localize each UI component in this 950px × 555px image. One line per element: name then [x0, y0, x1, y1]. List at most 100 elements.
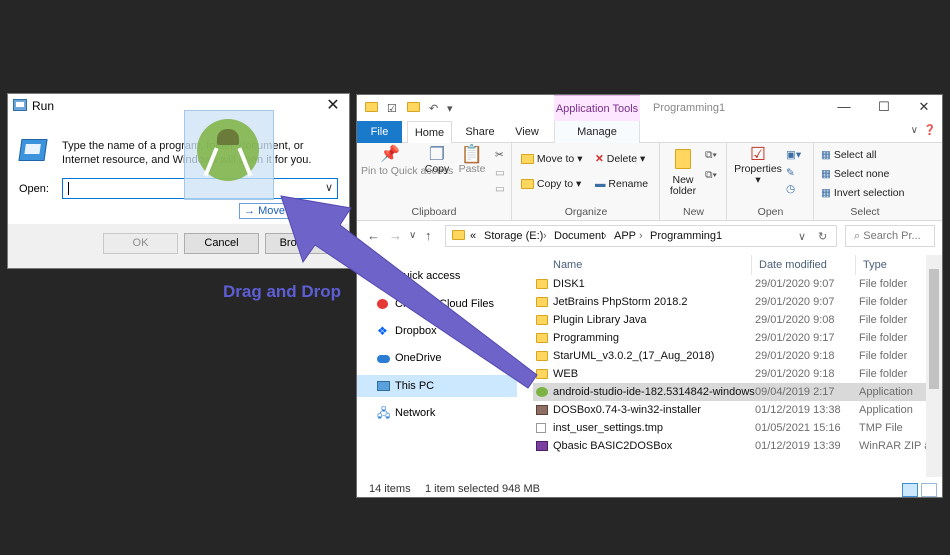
easy-access-icon[interactable]: ⧉▾ [705, 169, 717, 182]
chevron-down-icon[interactable]: ∨ [325, 181, 333, 194]
details-view-icon[interactable] [902, 483, 918, 497]
nav-item-network[interactable]: 🖧 Network [357, 402, 517, 424]
folder-icon [452, 230, 465, 243]
browse-button[interactable]: Browse... [265, 233, 340, 254]
tab-share[interactable]: Share [460, 121, 500, 143]
customize-toolbar-icon[interactable]: ▾ [447, 102, 453, 115]
edit-icon[interactable]: ✎ [786, 167, 795, 179]
file-row[interactable]: StarUML_v3.0.2_(17_Aug_2018) 29/01/2020 … [533, 347, 942, 365]
file-row[interactable]: DISK1 29/01/2020 9:07 File folder [533, 275, 942, 293]
tab-view[interactable]: View [507, 121, 547, 143]
copy-path-icon[interactable]: ▭ [495, 167, 505, 179]
file-row[interactable]: Programming 29/01/2020 9:17 File folder [533, 329, 942, 347]
paste-shortcut-icon[interactable]: ▭ [495, 183, 505, 195]
paste-button[interactable]: 📋 Paste [455, 144, 489, 175]
maximize-icon[interactable]: ☐ [874, 99, 894, 115]
breadcrumb-storage[interactable]: Storage (E:) [484, 230, 543, 242]
column-divider[interactable] [751, 255, 752, 275]
nav-item-quick-access[interactable]: ★ Quick access [357, 265, 517, 287]
address-bar[interactable]: « Storage (E:) › Document › APP › Progra… [445, 225, 837, 247]
breadcrumb-overflow[interactable]: « [470, 230, 476, 242]
run-title-bar[interactable]: Run ✕ [8, 94, 349, 118]
breadcrumb-document[interactable]: Document [554, 230, 604, 242]
scrollbar-thumb[interactable] [929, 269, 939, 389]
ribbon-tabs: File Home Share View Manage ∨ ❓ [357, 121, 942, 144]
back-icon[interactable]: ← [367, 228, 380, 243]
properties-icon: ☑ [749, 144, 767, 164]
file-row[interactable]: inst_user_settings.tmp 01/05/2021 15:16 … [533, 419, 942, 437]
file-row-selected[interactable]: android-studio-ide-182.5314842-windows 0… [533, 383, 942, 401]
nav-item-label: Dropbox [395, 325, 437, 337]
select-none-button[interactable]: ▦ Select none [821, 168, 889, 180]
new-folder-icon [665, 149, 701, 172]
dosbox-icon [536, 405, 548, 415]
search-input[interactable]: ⌕ Search Pr... [845, 225, 935, 247]
properties-icon[interactable]: ☑ [387, 102, 397, 115]
ribbon-expand-icon[interactable]: ∨ [911, 125, 918, 136]
file-row[interactable]: WEB 29/01/2020 9:18 File folder [533, 365, 942, 383]
select-all-label: Select all [833, 149, 877, 161]
nav-item-this-pc[interactable]: This PC [357, 375, 517, 397]
nav-item-dropbox[interactable]: ❖ Dropbox [357, 320, 517, 342]
delete-button[interactable]: ✕ Delete ▾ [595, 153, 645, 165]
close-icon[interactable]: ✕ [323, 95, 343, 115]
organize-group: Move to ▾ Copy to ▾ ✕ Delete ▾ ▬ Rename … [513, 143, 660, 221]
tab-manage[interactable]: Manage [554, 121, 640, 143]
breadcrumb-programming1[interactable]: Programming1 [650, 230, 722, 242]
breadcrumb-app[interactable]: APP [614, 230, 636, 242]
properties-button[interactable]: ☑ Properties ▾ [732, 144, 784, 186]
new-group-label: New [682, 206, 704, 218]
column-divider[interactable] [855, 255, 856, 275]
nav-item-creative-cloud[interactable]: Creative Cloud Files [357, 293, 517, 315]
column-header-type[interactable]: Type [863, 255, 887, 275]
explorer-title-bar[interactable]: ☑ ↶ ▾ Application Tools Programming1 — ☐… [357, 95, 942, 121]
copy-button[interactable]: ❐ Copy [421, 145, 453, 175]
file-list: Name Date modified Type DISK1 29/01/2020… [523, 255, 942, 477]
copy-to-button[interactable]: Copy to ▾ [521, 178, 581, 190]
close-icon[interactable]: ✕ [914, 99, 934, 115]
move-to-button[interactable]: Move to ▾ [521, 153, 582, 165]
large-icons-view-icon[interactable] [921, 483, 937, 497]
clipboard-group: 📌 Pin to Quick access ❐ Copy 📋 Paste ✂ ▭… [357, 143, 512, 221]
select-all-button[interactable]: ▦ Select all [821, 149, 876, 161]
tab-home[interactable]: Home [407, 121, 452, 144]
column-header-name[interactable]: Name [553, 255, 582, 275]
file-row[interactable]: Plugin Library Java 29/01/2020 9:08 File… [533, 311, 942, 329]
history-icon[interactable]: ◷ [786, 183, 795, 195]
breadcrumb-separator: › [639, 230, 643, 242]
file-row[interactable]: JetBrains PhpStorm 2018.2 29/01/2020 9:0… [533, 293, 942, 311]
minimize-icon[interactable]: — [834, 99, 854, 114]
file-row[interactable]: DOSBox0.74-3-win32-installer 01/12/2019 … [533, 401, 942, 419]
breadcrumb-separator: › [543, 230, 547, 242]
forward-icon[interactable]: → [389, 228, 402, 243]
up-icon[interactable]: ↑ [425, 228, 432, 243]
move-tip-label: Move [258, 205, 285, 217]
chevron-down-icon[interactable]: ∨ [798, 230, 806, 243]
recent-locations-icon[interactable]: ∨ [409, 230, 416, 241]
rename-label: Rename [608, 178, 649, 190]
new-folder-button[interactable]: New folder [665, 149, 701, 197]
file-row[interactable]: Qbasic BASIC2DOSBox 01/12/2019 13:39 Win… [533, 437, 942, 455]
column-header-date[interactable]: Date modified [759, 255, 827, 275]
new-folder-icon[interactable] [407, 102, 420, 115]
cut-icon[interactable]: ✂ [495, 149, 504, 161]
nav-item-onedrive[interactable]: OneDrive [357, 347, 517, 369]
file-type: File folder [859, 314, 908, 326]
rename-button[interactable]: ▬ Rename [595, 178, 648, 190]
invert-selection-button[interactable]: ▦ Invert selection [821, 187, 904, 199]
nav-item-label: OneDrive [395, 352, 442, 364]
run-button-bar: OK Cancel Browse... [8, 224, 349, 268]
undo-icon[interactable]: ↶ [429, 102, 438, 115]
ok-button[interactable]: OK [103, 233, 178, 254]
help-icon[interactable]: ❓ [924, 125, 936, 136]
paste-icon: 📋 [460, 144, 484, 164]
new-item-icon[interactable]: ⧉▾ [705, 149, 717, 162]
cancel-button[interactable]: Cancel [184, 233, 259, 254]
new-group: New folder ⧉▾ ⧉▾ New [661, 143, 727, 221]
open-icon[interactable]: ▣▾ [786, 149, 801, 161]
vertical-scrollbar[interactable] [926, 255, 942, 477]
tab-file[interactable]: File [357, 121, 402, 143]
refresh-icon[interactable]: ↻ [818, 230, 827, 243]
file-type: WinRAR ZIP ar [859, 440, 934, 452]
pin-to-quick-access-button[interactable]: 📌 Pin to Quick access [361, 147, 453, 177]
